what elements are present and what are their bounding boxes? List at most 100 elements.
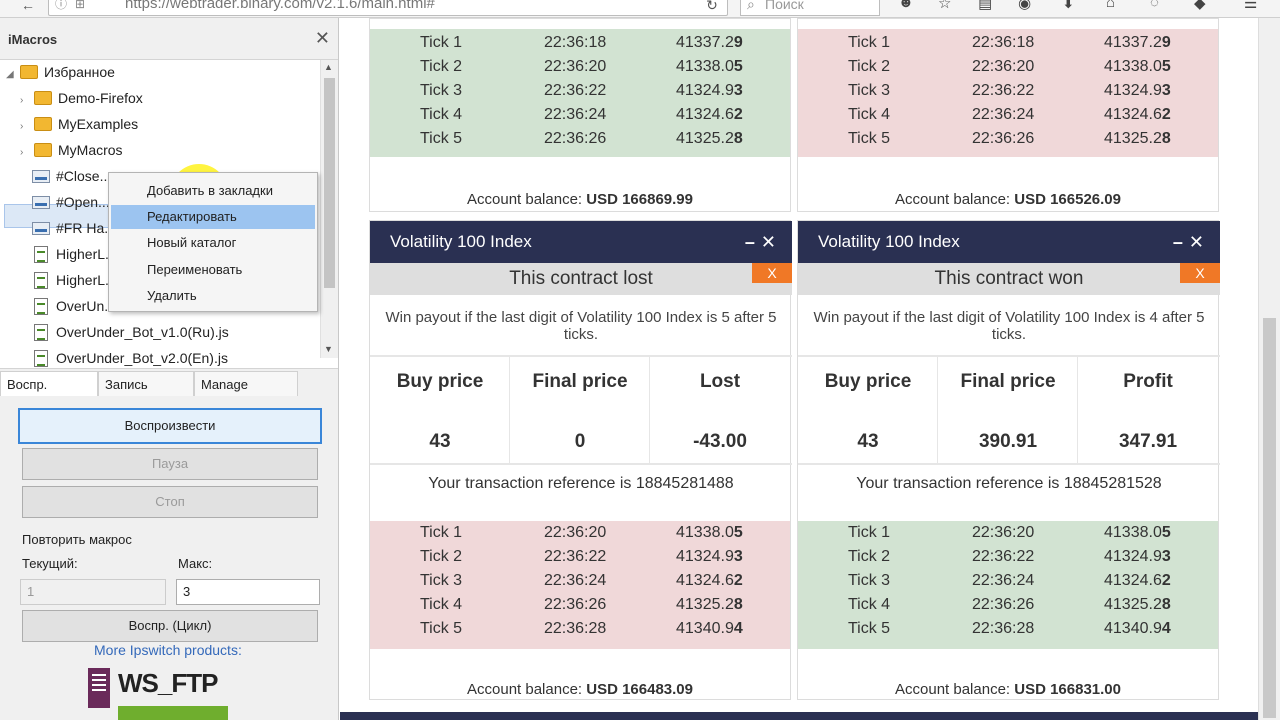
tree-item-overunder-v1[interactable]: OverUnder_Bot_v1.0(Ru).js [34, 320, 229, 344]
tree-item-fr[interactable]: #FR Ha... [32, 216, 116, 240]
folder-icon [34, 117, 52, 131]
loop-play-button[interactable]: Воспр. (Цикл) [22, 610, 318, 642]
play-button[interactable]: Воспроизвести [18, 408, 322, 444]
tree-item-close[interactable]: #Close... [32, 164, 111, 188]
close-icon[interactable]: ✕ [315, 28, 330, 49]
reader-icon[interactable]: ▤ [978, 0, 992, 12]
close-icon[interactable]: ✕ [761, 232, 782, 252]
page-scroll-thumb[interactable] [1263, 318, 1276, 718]
server-icon [88, 668, 110, 708]
ws-ftp-logo[interactable]: WS_FTP [88, 668, 238, 720]
menu-item-add-bookmark[interactable]: Добавить в закладки [111, 179, 315, 203]
tick-row: Tick 4 22:36:26 41325.28 [798, 593, 1218, 617]
minimize-icon[interactable]: – [745, 232, 761, 252]
page-scrollbar[interactable] [1258, 18, 1280, 720]
window-controls: –✕ [745, 221, 782, 263]
tick-price-base: 41324.6 [1104, 106, 1162, 123]
buy-price-col: Buy price 43 [370, 357, 510, 463]
tick-price: 41324.62 [676, 103, 743, 127]
contract-description: Win payout if the last digit of Volatili… [385, 309, 777, 343]
tree-item-higher-2[interactable]: HigherL... [34, 268, 117, 292]
extension-icon[interactable]: ◆ [1194, 0, 1206, 12]
price-table: Buy price 43 Final price 390.91 Profit 347.… [798, 355, 1220, 465]
tick-time: 22:36:26 [544, 596, 607, 613]
download-icon[interactable]: ⬇ [1062, 0, 1075, 12]
close-icon[interactable]: ✕ [1189, 232, 1210, 252]
reload-icon[interactable]: ↻ [698, 0, 726, 18]
chevron-right-icon[interactable]: › [20, 115, 34, 139]
extension-icon[interactable]: ☻ [898, 0, 914, 11]
max-field[interactable]: 3 [176, 579, 320, 605]
home-icon[interactable]: ⌂ [1106, 0, 1115, 11]
scroll-thumb[interactable] [324, 78, 335, 288]
chevron-right-icon[interactable]: › [20, 141, 34, 165]
tab-record[interactable]: Запись [98, 371, 194, 396]
menu-icon[interactable]: ☰ [1244, 0, 1257, 12]
tick-price-base: 41324.9 [1104, 548, 1162, 565]
tick-price: 41325.28 [676, 593, 743, 617]
max-label: Макс: [178, 556, 213, 571]
tick-time: 22:36:20 [972, 58, 1035, 75]
tick-row: Tick 5 22:36:28 41340.94 [798, 617, 1218, 641]
tick-last-digit: 9 [733, 34, 743, 51]
chevron-down-icon[interactable]: ◢ [6, 63, 20, 87]
search-placeholder: Поиск [765, 0, 804, 12]
chat-icon[interactable]: ◌ [1150, 0, 1159, 11]
tree-item-demo-firefox[interactable]: › Demo-Firefox [20, 86, 143, 110]
dismiss-button[interactable]: X [1180, 263, 1220, 283]
tick-time: 22:36:22 [544, 82, 607, 99]
sidebar-header: iMacros ✕ [0, 18, 338, 60]
menu-item-new-folder[interactable]: Новый каталог [111, 231, 315, 255]
sidebar-tabs: Воспр. Запись Manage [0, 368, 338, 396]
tree-item-mymacros[interactable]: › MyMacros [20, 138, 123, 162]
chevron-right-icon[interactable]: › [20, 89, 34, 113]
tree-item-label: OverUn... [56, 298, 116, 314]
url-bar[interactable]: ⓘ⊞ https://webtrader.binary.com/v2.1.6/m… [48, 0, 728, 16]
current-label: Текущий: [22, 556, 78, 571]
tick-price-base: 41324.9 [676, 82, 734, 99]
tree-item-open[interactable]: #Open... [32, 190, 110, 214]
tab-play[interactable]: Воспр. [0, 371, 98, 396]
scroll-down-icon[interactable]: ▼ [324, 344, 333, 354]
tree-item-label: OverUnder_Bot_v1.0(Ru).js [56, 324, 229, 340]
menu-item-delete[interactable]: Удалить [111, 284, 315, 308]
tree-item-myexamples[interactable]: › MyExamples [20, 112, 138, 136]
tab-manage[interactable]: Manage [194, 371, 298, 396]
minimize-icon[interactable]: – [1173, 232, 1189, 252]
tick-name: Tick 3 [848, 572, 891, 589]
tick-last-digit: 2 [733, 572, 743, 589]
dismiss-button[interactable]: X [752, 263, 792, 283]
tick-row: Tick 2 22:36:22 41324.93 [370, 545, 790, 569]
tick-last-digit: 3 [1161, 82, 1171, 99]
search-input[interactable]: ⌕ Поиск [740, 0, 880, 16]
menu-item-edit[interactable]: Редактировать [111, 205, 315, 229]
back-arrow-icon[interactable]: ← [14, 0, 42, 18]
tick-name: Tick 5 [420, 130, 463, 147]
tick-price-base: 41325.2 [1104, 596, 1162, 613]
tick-time: 22:36:22 [972, 548, 1035, 565]
tree-scrollbar[interactable]: ▲ ▼ [320, 60, 338, 358]
tick-name: Tick 3 [420, 572, 463, 589]
contract-status: This contract won X [798, 263, 1220, 295]
macro-icon [32, 222, 50, 235]
tick-price: 41338.05 [676, 521, 743, 545]
tree-item-overun[interactable]: OverUn... [34, 294, 116, 318]
more-products-link[interactable]: More Ipswitch products: [94, 642, 242, 658]
tick-last-digit: 3 [733, 82, 743, 99]
pause-button[interactable]: Пауза [22, 448, 318, 480]
menu-item-rename[interactable]: Переименовать [111, 258, 315, 282]
pocket-icon[interactable]: ◉ [1018, 0, 1031, 12]
result-value: -43.00 [693, 431, 747, 452]
stop-button[interactable]: Стоп [22, 486, 318, 518]
tree-item-higher-1[interactable]: HigherL... [34, 242, 117, 266]
tick-price-base: 41324.6 [1104, 572, 1162, 589]
contract-status: This contract lost X [370, 263, 792, 295]
tree-item-favorites[interactable]: ◢ Избранное [6, 60, 115, 84]
star-icon[interactable]: ☆ [938, 0, 951, 12]
tick-name: Tick 4 [420, 596, 463, 613]
contract-card-won: Volatility 100 Index –✕ This contract wo… [797, 220, 1220, 700]
logo-band [118, 706, 228, 720]
tick-list: Tick 1 22:36:18 41337.29 Tick 2 22:36:20 413… [798, 29, 1218, 157]
scroll-up-icon[interactable]: ▲ [324, 62, 333, 72]
tree-item-overunder-v2[interactable]: OverUnder_Bot_v2.0(En).js [34, 346, 228, 370]
